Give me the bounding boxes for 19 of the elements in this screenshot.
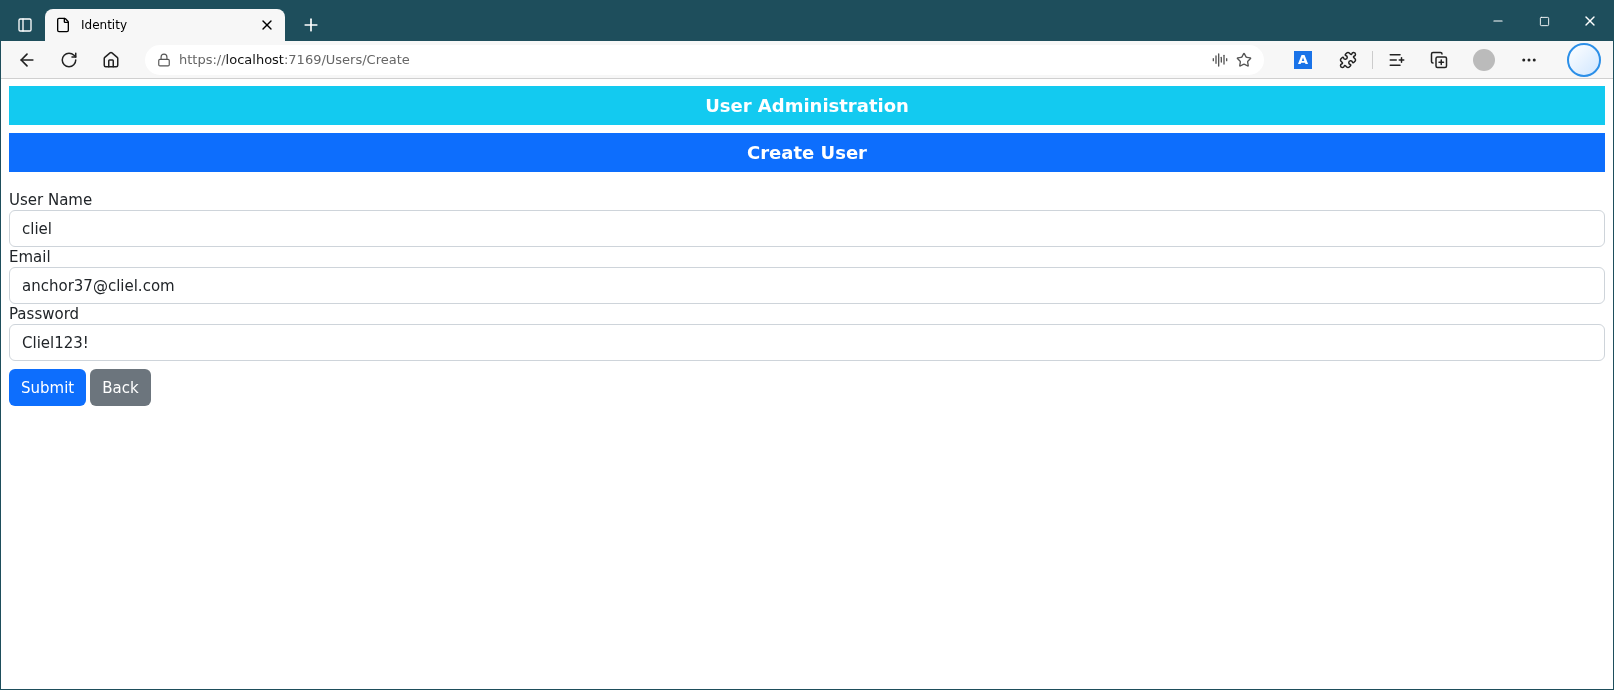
tab-title: Identity xyxy=(81,18,128,32)
url-text: https://localhost:7169/Users/Create xyxy=(179,52,411,67)
field-label: User Name xyxy=(9,190,93,210)
favorite-icon[interactable] xyxy=(1236,51,1252,68)
lock-icon xyxy=(157,52,171,67)
field-label: Password xyxy=(9,304,80,324)
primary-button[interactable]: Submit xyxy=(9,369,87,406)
page-banner: User Administration xyxy=(9,86,1605,125)
address-bar[interactable]: https://localhost:7169/Users/Create xyxy=(145,44,1264,75)
extension-button[interactable]: A xyxy=(1294,50,1312,69)
input-field[interactable]: cliel xyxy=(9,210,1605,247)
browser-tab[interactable]: Identity xyxy=(45,9,285,41)
field-label: Email xyxy=(9,247,51,267)
secondary-button[interactable]: Back xyxy=(90,369,151,406)
read-aloud-icon[interactable] xyxy=(1212,51,1228,68)
input-field[interactable]: anchor37@cliel.com xyxy=(9,267,1605,304)
page-icon xyxy=(55,17,71,33)
input-field[interactable]: Cliel123! xyxy=(9,324,1605,361)
page-banner: Create User xyxy=(9,133,1605,172)
